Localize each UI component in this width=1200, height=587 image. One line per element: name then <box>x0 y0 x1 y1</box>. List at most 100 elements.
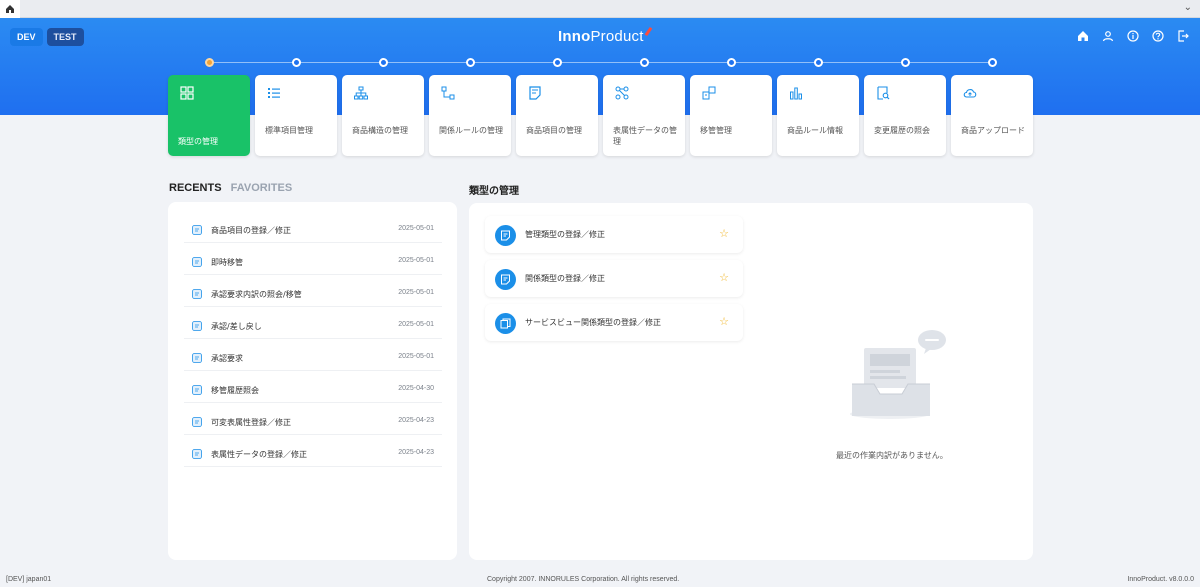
step-dot[interactable] <box>727 58 736 67</box>
logo-mark <box>644 26 652 37</box>
cloud-upload-icon <box>963 89 977 98</box>
recent-label: 表属性データの登録／修正 <box>211 450 307 459</box>
info-icon[interactable] <box>1125 28 1140 43</box>
grid-icon <box>180 86 194 100</box>
user-icon[interactable] <box>1100 28 1115 43</box>
recent-item[interactable]: 商品項目の登録／修正 2025-05-01 <box>184 218 442 243</box>
share-icon <box>615 86 629 100</box>
recent-date: 2025-05-01 <box>398 321 434 328</box>
recents-panel: 商品項目の登録／修正 2025-05-01 即時移管 2025-05-01 承認… <box>168 202 457 560</box>
recent-label: 可変表属性登録／修正 <box>211 418 291 427</box>
card-table-attributes[interactable]: 表属性データの管理 <box>603 75 685 156</box>
menu-item[interactable]: サービスビュー関係類型の登録／修正 ☆ <box>485 304 743 341</box>
document-icon <box>192 353 202 363</box>
card-transfer-management[interactable]: 移管管理 <box>690 75 772 156</box>
bar-chart-icon <box>790 87 802 100</box>
search-doc-icon <box>877 86 890 100</box>
recent-label: 承認要求 <box>211 354 243 363</box>
step-dot[interactable] <box>379 58 388 67</box>
card-relation-rules[interactable]: 関係ルールの管理 <box>429 75 511 156</box>
chevron-down-icon[interactable]: ⌄ <box>1184 2 1192 13</box>
document-icon <box>192 321 202 331</box>
document-icon <box>495 225 516 246</box>
recent-item[interactable]: 移管履歴照会 2025-04-30 <box>184 378 442 403</box>
card-label: 類型の管理 <box>178 137 218 146</box>
step-dot[interactable] <box>466 58 475 67</box>
app-logo[interactable]: InnoProduct <box>558 26 652 45</box>
step-dot[interactable] <box>814 58 823 67</box>
recents-tabs: RECENTS FAVORITES <box>169 182 292 194</box>
env-dev-badge[interactable]: DEV <box>10 28 43 46</box>
recent-label: 移管履歴照会 <box>211 386 259 395</box>
recent-item[interactable]: 承認要求 2025-05-01 <box>184 346 442 371</box>
recent-label: 承認/差し戻し <box>211 322 262 331</box>
tab-recents[interactable]: RECENTS <box>169 182 222 194</box>
relation-icon <box>441 86 455 100</box>
menu-item-label: サービスビュー関係類型の登録／修正 <box>525 318 661 327</box>
card-change-history[interactable]: 変更履歴の照会 <box>864 75 946 156</box>
logo-light: Product <box>590 28 644 45</box>
step-line <box>209 62 993 63</box>
footer-copyright: Copyright 2007. INNORULES Corporation. A… <box>487 576 680 583</box>
header-icons <box>1075 28 1190 43</box>
step-dot[interactable] <box>292 58 301 67</box>
recent-item[interactable]: 承認/差し戻し 2025-05-01 <box>184 314 442 339</box>
env-test-badge[interactable]: TEST <box>46 28 84 46</box>
recent-label: 即時移管 <box>211 258 243 267</box>
menu-item[interactable]: 管理類型の登録／修正 ☆ <box>485 216 743 253</box>
star-icon[interactable]: ☆ <box>719 315 729 328</box>
star-icon[interactable]: ☆ <box>719 227 729 240</box>
card-product-structure[interactable]: 商品構造の管理 <box>342 75 424 156</box>
empty-state-text: 最近の作業内訳がありません。 <box>836 451 948 460</box>
card-product-items[interactable]: 商品項目の管理 <box>516 75 598 156</box>
card-label: 表属性データの管理 <box>613 126 677 146</box>
card-standard-items[interactable]: 標準項目管理 <box>255 75 337 156</box>
card-product-upload[interactable]: 商品アップロード <box>951 75 1033 156</box>
card-label: 商品ルール情報 <box>787 126 843 135</box>
document-icon <box>192 417 202 427</box>
browser-tab-strip: ⌄ <box>0 0 1200 18</box>
card-label: 商品構造の管理 <box>352 126 408 135</box>
logo-bold: Inno <box>558 28 591 45</box>
document-icon <box>192 289 202 299</box>
help-icon[interactable] <box>1150 28 1165 43</box>
recent-date: 2025-04-30 <box>398 385 434 392</box>
card-label: 商品アップロード <box>961 126 1025 135</box>
card-label: 変更履歴の照会 <box>874 126 930 135</box>
recent-date: 2025-05-01 <box>398 289 434 296</box>
recent-date: 2025-04-23 <box>398 417 434 424</box>
step-dot[interactable] <box>640 58 649 67</box>
recent-label: 商品項目の登録／修正 <box>211 226 291 235</box>
transfer-icon <box>702 86 716 100</box>
recent-item[interactable]: 承認要求内訳の照会/移管 2025-05-01 <box>184 282 442 307</box>
card-label: 標準項目管理 <box>265 126 313 135</box>
step-dot[interactable] <box>988 58 997 67</box>
recent-date: 2025-04-23 <box>398 449 434 456</box>
document-edit-icon <box>495 269 516 290</box>
step-dot[interactable] <box>205 58 214 67</box>
home-icon[interactable] <box>1075 28 1090 43</box>
footer-user: [DEV] japan01 <box>6 576 52 583</box>
document-icon <box>529 86 541 100</box>
card-label: 移管管理 <box>700 126 732 135</box>
star-icon[interactable]: ☆ <box>719 271 729 284</box>
step-dot[interactable] <box>901 58 910 67</box>
logout-icon[interactable] <box>1175 28 1190 43</box>
tab-favorites[interactable]: FAVORITES <box>231 182 293 194</box>
footer-version: InnoProduct. v8.0.0.0 <box>1127 576 1194 583</box>
menu-item[interactable]: 関係類型の登録／修正 ☆ <box>485 260 743 297</box>
recent-item[interactable]: 即時移管 2025-05-01 <box>184 250 442 275</box>
card-label: 商品項目の管理 <box>526 126 582 135</box>
empty-inbox-illustration <box>850 330 946 419</box>
home-tab-icon[interactable] <box>0 0 20 18</box>
recent-date: 2025-05-01 <box>398 257 434 264</box>
environment-badges: DEV TEST <box>10 28 84 46</box>
recent-date: 2025-05-01 <box>398 353 434 360</box>
recent-item[interactable]: 表属性データの登録／修正 2025-04-23 <box>184 442 442 467</box>
list-icon <box>268 88 280 98</box>
card-product-rules[interactable]: 商品ルール情報 <box>777 75 859 156</box>
step-dot[interactable] <box>553 58 562 67</box>
document-icon <box>192 449 202 459</box>
card-type-management[interactable]: 類型の管理 <box>168 75 250 156</box>
recent-item[interactable]: 可変表属性登録／修正 2025-04-23 <box>184 410 442 435</box>
